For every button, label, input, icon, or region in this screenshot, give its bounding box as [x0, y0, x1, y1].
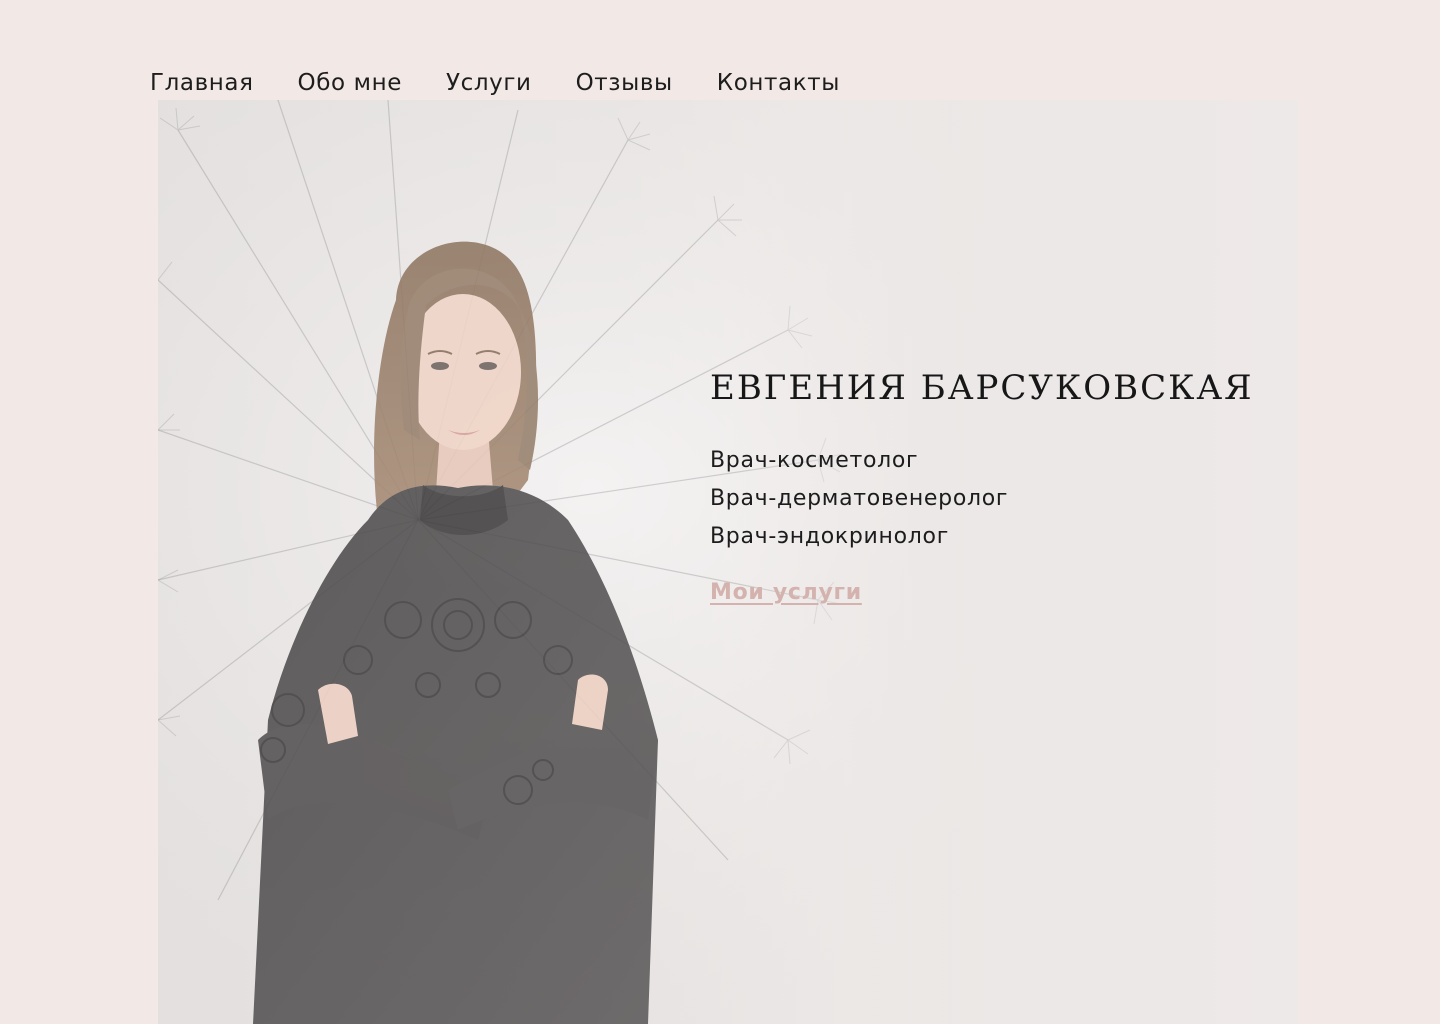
nav-link-contacts[interactable]: Контакты	[717, 66, 840, 100]
my-services-link[interactable]: Мои услуги	[710, 580, 862, 605]
hero-name: ЕВГЕНИЯ БАРСУКОВСКАЯ	[710, 368, 1254, 408]
hero-section: ЕВГЕНИЯ БАРСУКОВСКАЯ Врач-косметолог Вра…	[158, 100, 1298, 1024]
specialty-cosmetologist: Врач-косметолог	[710, 448, 919, 473]
specialty-dermatovenerologist: Врач-дерматовенеролог	[710, 486, 1009, 511]
nav-link-services[interactable]: Услуги	[446, 66, 532, 100]
nav-link-about[interactable]: Обо мне	[298, 66, 402, 100]
hero-text-block: ЕВГЕНИЯ БАРСУКОВСКАЯ Врач-косметолог Вра…	[710, 368, 1254, 605]
main-nav: Главная Обо мне Услуги Отзывы Контакты	[150, 66, 840, 100]
nav-link-reviews[interactable]: Отзывы	[576, 66, 673, 100]
nav-link-home[interactable]: Главная	[150, 66, 254, 100]
specialty-endocrinologist: Врач-эндокринолог	[710, 524, 949, 549]
